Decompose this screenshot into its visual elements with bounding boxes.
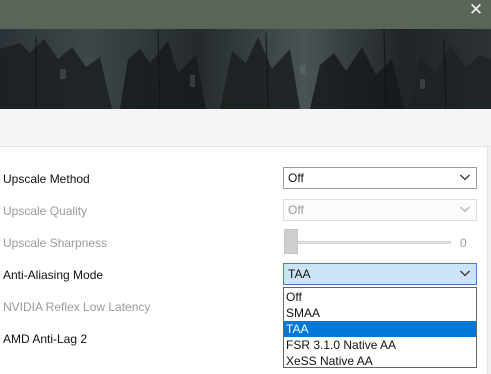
upscale-quality-select: Off <box>283 199 477 221</box>
chevron-down-icon <box>460 174 470 181</box>
panel-header <box>0 109 491 147</box>
dropdown-option-fsr-native-aa[interactable]: FSR 3.1.0 Native AA <box>284 337 476 353</box>
anti-aliasing-mode-dropdown: Off SMAA TAA FSR 3.1.0 Native AA XeSS Na… <box>283 287 477 368</box>
upscale-method-value: Off <box>288 171 304 185</box>
nvidia-reflex-label: NVIDIA Reflex Low Latency <box>3 300 151 314</box>
dropdown-option-smaa[interactable]: SMAA <box>284 305 476 321</box>
upscale-sharpness-slider-track <box>298 241 451 244</box>
amd-anti-lag-label: AMD Anti-Lag 2 <box>3 332 88 346</box>
upscale-sharpness-value: 0 <box>460 236 467 250</box>
chevron-down-icon <box>460 206 470 213</box>
banner-image <box>0 29 491 109</box>
upscale-quality-label: Upscale Quality <box>3 204 88 218</box>
anti-aliasing-mode-select[interactable]: TAA <box>283 263 477 285</box>
upscale-quality-value: Off <box>288 203 304 217</box>
anti-aliasing-mode-label: Anti-Aliasing Mode <box>3 268 104 282</box>
upscale-method-label: Upscale Method <box>3 172 90 186</box>
dropdown-option-off[interactable]: Off <box>284 289 476 305</box>
close-icon[interactable]: ✕ <box>465 0 487 22</box>
upscale-sharpness-slider-thumb <box>284 229 298 254</box>
anti-aliasing-mode-value: TAA <box>288 267 311 281</box>
title-bar: ✕ <box>0 0 491 29</box>
scrollbar[interactable] <box>487 147 491 374</box>
dropdown-option-xess-native-aa[interactable]: XeSS Native AA <box>284 353 476 369</box>
dropdown-option-taa[interactable]: TAA <box>284 321 476 337</box>
upscale-sharpness-label: Upscale Sharpness <box>3 236 108 250</box>
upscale-method-select[interactable]: Off <box>283 167 477 189</box>
chevron-down-icon <box>460 270 470 277</box>
